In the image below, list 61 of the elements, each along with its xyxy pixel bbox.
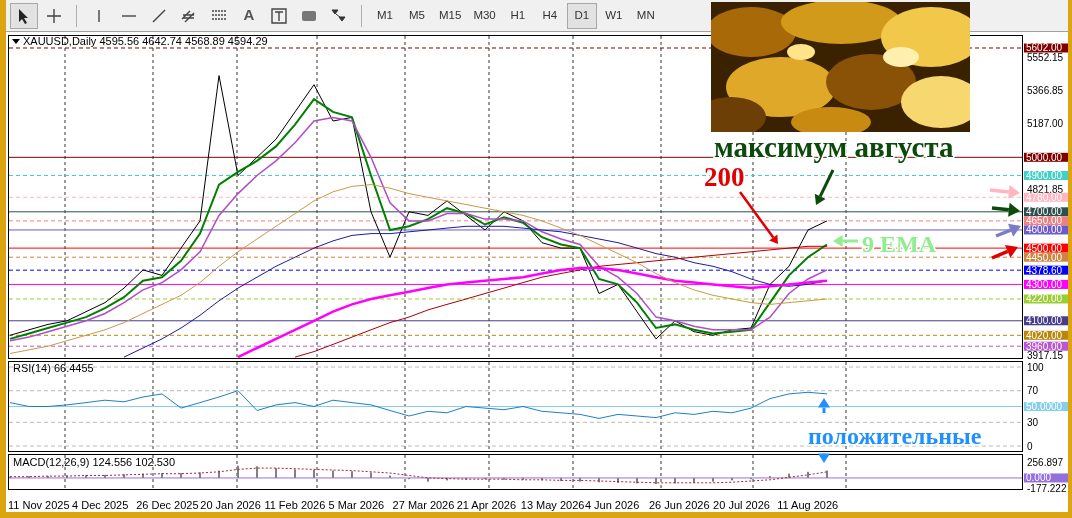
price-label: 4020.00	[1024, 329, 1068, 341]
annotation-text: 200	[704, 162, 745, 192]
chart-title: RSI(14) 66.4455	[13, 362, 94, 374]
ref-line-label: 4600.00	[1026, 224, 1063, 236]
ref-line-label: 4450.00	[1026, 251, 1063, 263]
date-label: 20 Jan 2026	[200, 499, 261, 511]
date-label: 20 Jul 2026	[713, 499, 770, 511]
axis-label: -177.222	[1027, 483, 1067, 495]
price-label: 4378.60	[1024, 264, 1068, 276]
price-label: 0.000	[1024, 472, 1068, 484]
price-label: 5000.00	[1024, 151, 1068, 163]
date-label: 5 Mar 2026	[328, 499, 385, 511]
ref-line-label: 4900.00	[1026, 169, 1063, 181]
price-label: 4100.00	[1024, 315, 1068, 327]
ref-line-label: 3960.00	[1026, 340, 1063, 352]
date-label: 11 Feb 2026	[264, 499, 326, 511]
axis-label: 5552.15	[1027, 51, 1064, 63]
price-label: 4220.00	[1024, 293, 1068, 305]
annotation-text: положительные	[808, 423, 982, 449]
annotation-text: максимум августа	[714, 131, 954, 163]
price-label: 4600.00	[1024, 224, 1068, 236]
date-label: 11 Aug 2026	[777, 499, 839, 511]
chart-title: MACD(12,26,9) 124.556 102.530	[13, 456, 176, 468]
price-label: 4500.00	[1024, 242, 1068, 254]
price-label: 4450.00	[1024, 251, 1068, 263]
ref-line-label: 5602.00	[1026, 42, 1063, 54]
ref-line-label: 5000.00	[1026, 151, 1063, 163]
ref-line-label: 4700.00	[1026, 206, 1063, 218]
ref-line-label: 4500.00	[1026, 242, 1063, 254]
price-label: 5602.00	[1024, 42, 1068, 54]
date-label: 26 Jun 2026	[649, 499, 710, 511]
axis-label: 30	[1027, 416, 1039, 428]
axis-label: 5187.00	[1027, 117, 1064, 129]
axis-label: 3917.15	[1027, 350, 1064, 361]
date-label: 26 Dec 2025	[136, 499, 199, 511]
price-label: 4900.00	[1024, 170, 1068, 181]
date-label: 4 Dec 2025	[72, 499, 129, 511]
ref-line-label: 4220.00	[1026, 293, 1063, 305]
date-label: 21 Apr 2026	[456, 499, 517, 511]
date-label: 13 May 2026	[520, 499, 585, 511]
axis-label: 0	[1027, 440, 1033, 452]
axis-label: 70	[1027, 385, 1039, 397]
date-label: 11 Nov 2025	[8, 499, 70, 511]
ref-line-label: 4378.60	[1026, 264, 1063, 276]
axis-label: 256.897	[1027, 456, 1064, 468]
axis-label: 100	[1027, 361, 1044, 373]
axis-label: 5366.85	[1027, 85, 1064, 97]
price-label: 4650.00	[1024, 215, 1068, 227]
ref-line-label: 4650.00	[1026, 215, 1063, 227]
date-label: 4 Jun 2026	[584, 499, 640, 511]
price-label: 3960.00	[1024, 340, 1068, 352]
ref-line-label: 4020.00	[1026, 329, 1063, 341]
price-label: 4700.00	[1024, 206, 1068, 218]
date-label: 27 Mar 2026	[392, 499, 455, 511]
ref-line-label: 4300.00	[1026, 278, 1063, 290]
chart-title: XAUUSD,Daily 4595.56 4642.74 4568.89 4594.29	[23, 35, 268, 47]
price-label: 4300.00	[1024, 278, 1068, 290]
price-label: 50.0000	[1024, 401, 1068, 412]
ref-line-label: 0.000	[1026, 472, 1052, 484]
ref-line-label: 4100.00	[1026, 315, 1063, 327]
ref-line-label: 50.0000	[1026, 401, 1063, 413]
